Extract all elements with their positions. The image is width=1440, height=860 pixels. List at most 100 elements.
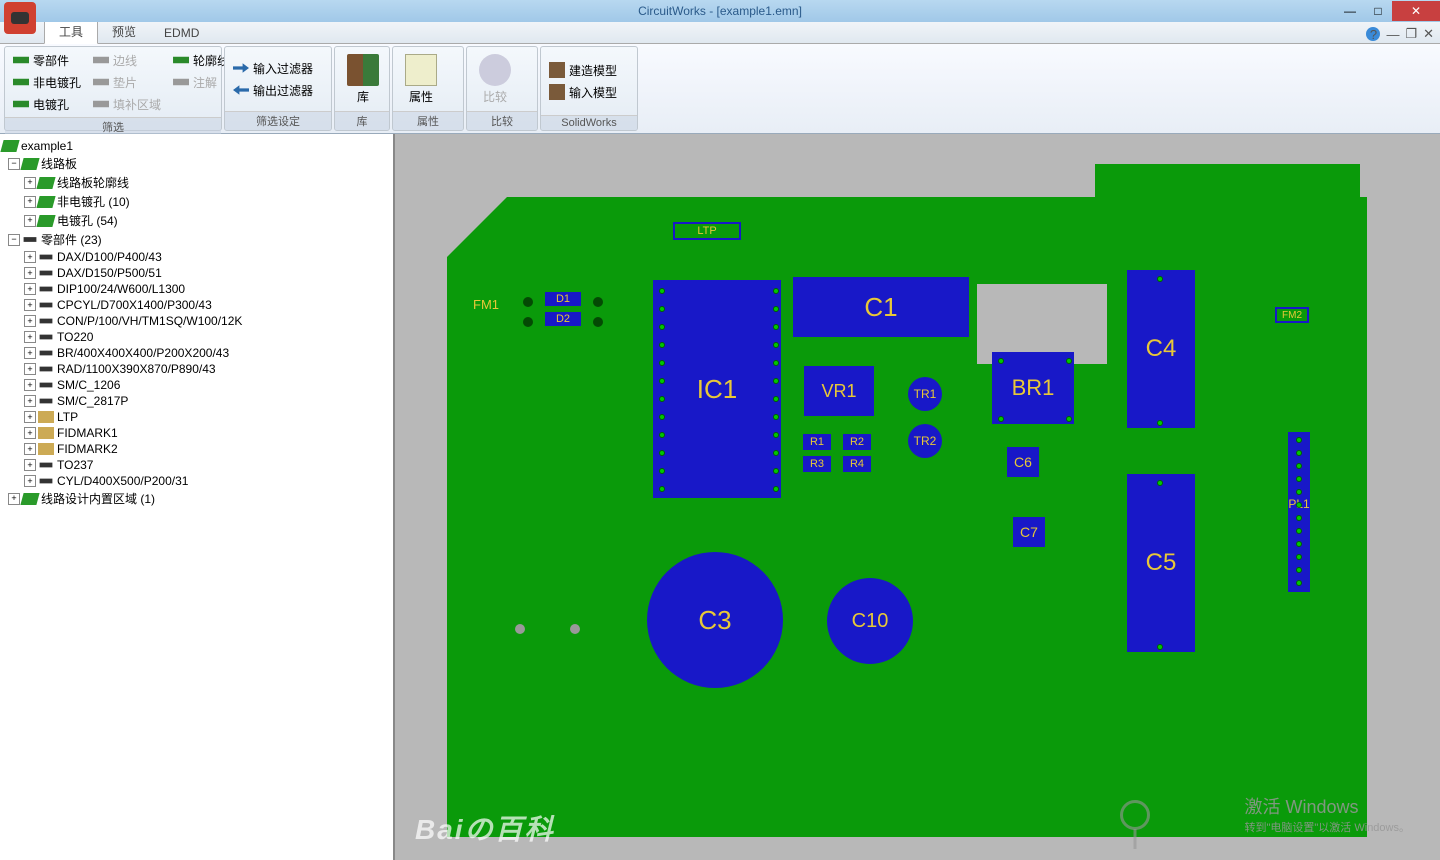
tree-item[interactable]: +线路板轮廓线 [2, 173, 391, 192]
pcb-r2[interactable]: R2 [843, 434, 871, 450]
expand-icon[interactable]: + [24, 411, 36, 423]
via-hole [1296, 463, 1302, 469]
via-hole [773, 468, 779, 474]
expand-icon[interactable]: + [24, 347, 36, 359]
pcb-ic1[interactable]: IC1 [653, 280, 781, 498]
expand-icon[interactable]: + [24, 475, 36, 487]
import-model-button[interactable]: 输入模型 [543, 81, 623, 103]
tree-item[interactable]: +RAD/1100X390X870/P890/43 [2, 361, 391, 377]
key-icon [1120, 800, 1150, 830]
pcb-tr2[interactable]: TR2 [908, 424, 942, 458]
expand-icon[interactable]: + [24, 299, 36, 311]
titlebar: CircuitWorks - [example1.emn] — □ ✕ [0, 0, 1440, 22]
pcb-tr1[interactable]: TR1 [908, 377, 942, 411]
library-button[interactable]: 库 [337, 49, 389, 109]
pcb-c10[interactable]: C10 [827, 578, 913, 664]
expand-icon[interactable]: + [24, 196, 36, 208]
tree-parts[interactable]: −零部件 (23) [2, 230, 391, 249]
pcb-c6[interactable]: C6 [1007, 447, 1039, 477]
minimize-button[interactable]: — [1336, 1, 1364, 21]
via-hole [659, 432, 665, 438]
pcb-c7[interactable]: C7 [1013, 517, 1045, 547]
pcb-viewport[interactable]: LTP FM1 FM2 D1 D2 IC1 C1 VR1 TR1 TR2 BR1… [395, 134, 1440, 860]
tree-item[interactable]: +TO220 [2, 329, 391, 345]
via-hole [1066, 358, 1072, 364]
tree-root[interactable]: example1 [2, 138, 391, 154]
via-hole [1157, 276, 1163, 282]
pcb-r3[interactable]: R3 [803, 456, 831, 472]
tree-item[interactable]: +TO237 [2, 457, 391, 473]
pcb-c3[interactable]: C3 [647, 552, 783, 688]
tree-item[interactable]: +BR/400X400X400/P200X200/43 [2, 345, 391, 361]
close-button[interactable]: ✕ [1392, 1, 1440, 21]
expand-icon[interactable]: − [8, 234, 20, 246]
tree-item[interactable]: +DAX/D100/P400/43 [2, 249, 391, 265]
tree-item[interactable]: +FIDMARK1 [2, 425, 391, 441]
pcb-ltp[interactable]: LTP [673, 222, 741, 240]
pcb-vr1[interactable]: VR1 [804, 366, 874, 416]
expand-icon[interactable]: + [24, 215, 36, 227]
pcb-r1[interactable]: R1 [803, 434, 831, 450]
pad [570, 624, 580, 634]
expand-icon[interactable]: + [24, 443, 36, 455]
tree-item[interactable]: +LTP [2, 409, 391, 425]
maximize-button[interactable]: □ [1364, 1, 1392, 21]
tree-item[interactable]: +DAX/D150/P500/51 [2, 265, 391, 281]
child-minimize-button[interactable]: — [1386, 27, 1399, 42]
expand-icon[interactable]: + [24, 427, 36, 439]
pcb-c4[interactable]: C4 [1127, 270, 1195, 428]
tree-item[interactable]: +FIDMARK2 [2, 441, 391, 457]
output-filter-button[interactable]: 输出过滤器 [227, 79, 319, 101]
tree-board[interactable]: −线路板 [2, 154, 391, 173]
child-restore-button[interactable]: ❐ [1405, 26, 1417, 42]
expand-icon[interactable]: + [24, 251, 36, 263]
build-model-button[interactable]: 建造模型 [543, 59, 623, 81]
app-icon[interactable] [4, 2, 36, 34]
tree-item[interactable]: +CPCYL/D700X1400/P300/43 [2, 297, 391, 313]
compare-button: 比较 [469, 49, 521, 109]
expand-icon[interactable]: + [24, 331, 36, 343]
pcb-fm2[interactable]: FM2 [1275, 307, 1309, 323]
tree-item[interactable]: +DIP100/24/W600/L1300 [2, 281, 391, 297]
expand-icon[interactable]: + [24, 315, 36, 327]
pcb-c1[interactable]: C1 [793, 277, 969, 337]
tree-item[interactable]: +CYL/D400X500/P200/31 [2, 473, 391, 489]
tab-tools[interactable]: 工具 [44, 19, 98, 44]
pcb-r4[interactable]: R4 [843, 456, 871, 472]
expand-icon[interactable]: + [24, 395, 36, 407]
tree-item[interactable]: +电镀孔 (54) [2, 211, 391, 230]
input-filter-button[interactable]: 输入过滤器 [227, 57, 319, 79]
expand-icon[interactable]: + [24, 267, 36, 279]
tab-preview[interactable]: 预览 [98, 20, 150, 43]
expand-icon[interactable]: − [8, 158, 20, 170]
pcb-d1[interactable]: D1 [545, 292, 581, 306]
via-hole [659, 396, 665, 402]
expand-icon[interactable]: + [24, 283, 36, 295]
tree-item[interactable]: +CON/P/100/VH/TM1SQ/W100/12K [2, 313, 391, 329]
filter-edges: 边线 [87, 49, 167, 71]
expand-icon[interactable]: + [24, 363, 36, 375]
expand-icon[interactable]: + [8, 493, 20, 505]
via-hole [659, 324, 665, 330]
plated-icon [13, 96, 29, 112]
pcb-board-ext[interactable] [1095, 164, 1360, 752]
help-icon[interactable]: ? [1366, 27, 1380, 41]
pcb-br1[interactable]: BR1 [992, 352, 1074, 424]
expand-icon[interactable]: + [24, 459, 36, 471]
filter-nonplated[interactable]: 非电镀孔 [7, 71, 87, 93]
pcb-c5[interactable]: C5 [1127, 474, 1195, 652]
tab-emdm[interactable]: EDMD [150, 23, 213, 43]
tree-item[interactable]: +非电镀孔 (10) [2, 192, 391, 211]
properties-button[interactable]: 属性 [395, 49, 447, 109]
tree-panel[interactable]: example1 −线路板 +线路板轮廓线+非电镀孔 (10)+电镀孔 (54)… [0, 134, 395, 860]
tree-item[interactable]: +SM/C_1206 [2, 377, 391, 393]
filter-parts[interactable]: 零部件 [7, 49, 87, 71]
pcb-d2[interactable]: D2 [545, 312, 581, 326]
pcb-fm1[interactable]: FM1 [473, 297, 499, 312]
filter-plated[interactable]: 电镀孔 [7, 93, 87, 115]
expand-icon[interactable]: + [24, 379, 36, 391]
tree-keepout[interactable]: +线路设计内置区域 (1) [2, 489, 391, 508]
child-close-button[interactable]: ✕ [1423, 26, 1434, 42]
expand-icon[interactable]: + [24, 177, 36, 189]
tree-item[interactable]: +SM/C_2817P [2, 393, 391, 409]
